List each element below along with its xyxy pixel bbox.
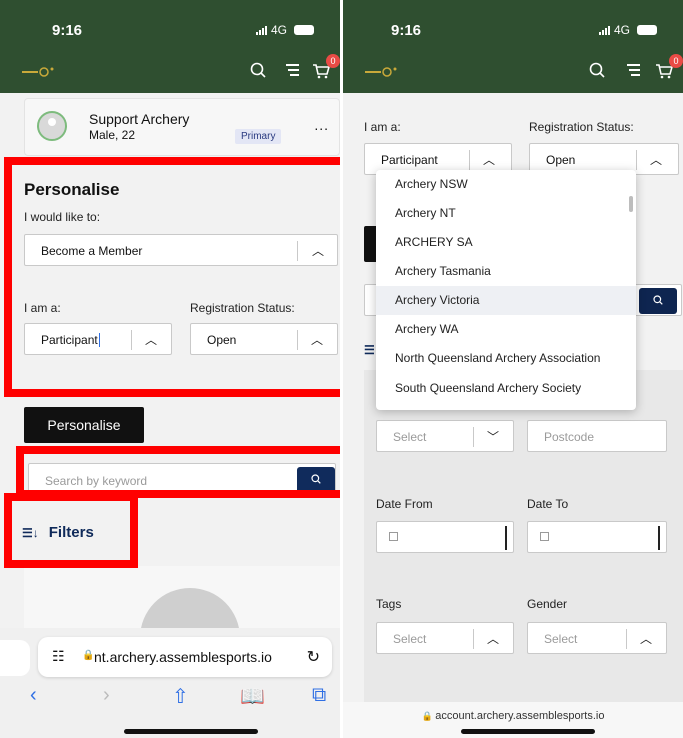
signal-icon	[598, 25, 610, 35]
dropdown-option-selected[interactable]: Archery Victoria	[376, 286, 636, 315]
field-edge	[505, 526, 507, 550]
bookmarks-icon[interactable]: 📖	[240, 684, 265, 709]
iam-label: I am a:	[364, 120, 401, 134]
iam-value: Participant	[381, 153, 438, 167]
select-divider	[473, 427, 474, 447]
home-indicator[interactable]	[461, 729, 595, 734]
more-options-button[interactable]: ...	[314, 117, 329, 133]
cart-count-badge: 0	[669, 54, 683, 68]
network-label: 4G	[613, 23, 630, 37]
chevron-up-icon[interactable]: ︿	[483, 151, 495, 168]
right-screen: 9:16 4G 0 I am a: Registration Status: P…	[343, 0, 683, 738]
chevron-up-icon[interactable]: ︿	[640, 630, 652, 647]
primary-badge: Primary	[235, 129, 282, 144]
highlight-filters-box	[4, 493, 138, 568]
lock-icon: 🔒	[421, 711, 436, 721]
status-time: 9:16	[391, 22, 422, 39]
dropdown-option[interactable]: South Queensland Archery Society	[376, 374, 636, 403]
search-icon[interactable]	[250, 62, 266, 81]
archery-logo[interactable]	[22, 66, 58, 78]
state-association-dropdown[interactable]: Archery NSW Archery NT ARCHERY SA Archer…	[376, 170, 636, 410]
app-header: 0	[343, 48, 683, 93]
tags-placeholder: Select	[393, 632, 427, 646]
chevron-up-icon[interactable]: ︿	[487, 630, 499, 647]
registration-status-value: Open	[546, 153, 576, 167]
postcode-input[interactable]: Postcode	[527, 420, 667, 452]
tags-select[interactable]: Select ︿	[376, 622, 514, 654]
footer-url-text: account.archery.assemblesports.io	[435, 710, 605, 722]
battery-icon	[294, 25, 314, 35]
registration-status-label: Registration Status:	[529, 120, 634, 134]
dropdown-option[interactable]: Archery WA	[376, 315, 636, 344]
date-from-label: Date From	[376, 497, 433, 511]
calendar-icon[interactable]	[389, 532, 398, 541]
network-indicator: 4G	[255, 23, 314, 37]
home-indicator[interactable]	[124, 729, 258, 734]
archery-logo[interactable]	[365, 66, 401, 78]
date-to-input[interactable]	[527, 521, 667, 553]
avatar	[37, 111, 67, 141]
search-button[interactable]	[639, 288, 677, 314]
dropdown-scrollbar[interactable]	[629, 196, 633, 212]
dropdown-option[interactable]: Archery Tasmania	[376, 257, 636, 286]
dropdown-option[interactable]: Archery NT	[376, 199, 636, 228]
page-format-icon[interactable]: ☷	[52, 648, 65, 665]
personalise-button[interactable]: Personalise	[24, 407, 144, 443]
share-icon[interactable]: ⇧	[172, 684, 189, 709]
left-screen: 9:16 4G 0 Support Archery Male, 22 Prima…	[0, 0, 340, 738]
cart-count-badge: 0	[326, 54, 340, 68]
profile-details: Male, 22	[89, 128, 136, 142]
select-divider	[473, 629, 474, 649]
menu-icon[interactable]	[284, 62, 300, 81]
network-label: 4G	[270, 23, 287, 37]
back-icon[interactable]: ‹	[30, 684, 37, 707]
chevron-up-icon[interactable]: ︿	[650, 151, 662, 168]
search-icon[interactable]	[589, 62, 605, 81]
status-bar: 9:16 4G	[0, 0, 340, 48]
select-divider	[636, 150, 637, 170]
forward-icon[interactable]: ›	[103, 684, 110, 707]
tags-label: Tags	[376, 597, 402, 611]
select-divider	[469, 150, 470, 170]
reload-icon[interactable]: ↻	[307, 647, 320, 667]
dropdown-option[interactable]: North Queensland Archery Association	[376, 344, 636, 373]
gender-label: Gender	[527, 597, 568, 611]
signal-icon	[255, 25, 267, 35]
status-bar: 9:16 4G	[343, 0, 683, 48]
gender-select[interactable]: Select ︿	[527, 622, 667, 654]
postcode-placeholder: Postcode	[544, 430, 595, 444]
url-text: nt.archery.assemblesports.io	[94, 649, 272, 665]
status-time: 9:16	[52, 22, 83, 39]
dropdown-option[interactable]: ARCHERY SA	[376, 228, 636, 257]
highlight-search-box	[16, 446, 340, 498]
select-divider	[626, 629, 627, 649]
calendar-icon[interactable]	[540, 532, 549, 541]
state-select[interactable]: Select ﹀	[376, 420, 514, 452]
gender-placeholder: Select	[544, 632, 578, 646]
date-to-label: Date To	[527, 497, 569, 511]
app-header: 0	[0, 48, 340, 93]
date-from-input[interactable]	[376, 521, 514, 553]
state-select-placeholder: Select	[393, 430, 427, 444]
battery-icon	[637, 25, 657, 35]
highlight-personalise-box	[4, 157, 340, 397]
profile-card[interactable]: Support Archery Male, 22 Primary ...	[24, 98, 340, 156]
tabs-icon[interactable]: ⧉	[312, 684, 326, 707]
search-icon	[653, 295, 663, 305]
lock-icon: 🔒	[82, 650, 95, 661]
address-bar[interactable]: ☷ 🔒 nt.archery.assemblesports.io ↻	[38, 637, 332, 677]
dropdown-option[interactable]: Archery NSW	[376, 170, 636, 199]
profile-name: Support Archery	[89, 111, 190, 127]
previous-tab-edge[interactable]	[0, 640, 30, 676]
field-edge	[658, 526, 660, 550]
menu-icon[interactable]	[625, 62, 641, 81]
network-indicator: 4G	[598, 23, 657, 37]
chevron-down-icon[interactable]: ﹀	[487, 428, 499, 445]
